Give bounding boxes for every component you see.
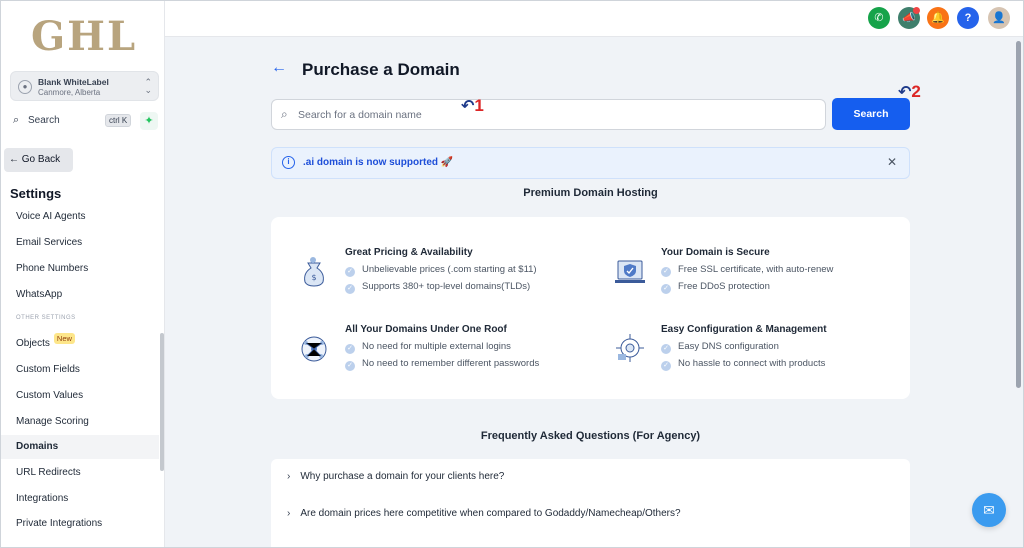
other-settings-label: OTHER SETTINGS	[16, 315, 76, 321]
info-icon: i	[282, 156, 295, 169]
annotation-number: 2	[911, 82, 921, 101]
sidebar-item-voice-ai-agents[interactable]: Voice AI Agents	[1, 205, 159, 229]
arrow-left-icon: ←	[9, 154, 19, 165]
sidebar-item-custom-values[interactable]: Custom Values	[1, 384, 159, 408]
faq-item[interactable]: › Are domain prices here competitive when…	[271, 496, 910, 532]
search-icon: ⌕	[281, 107, 288, 121]
new-badge: New	[53, 333, 75, 344]
faq-question: Are domain prices here competitive when …	[300, 508, 681, 519]
sidebar-item-url-redirects[interactable]: URL Redirects	[1, 461, 159, 485]
sidebar-search[interactable]: ⌕ Search ctrl K	[10, 112, 132, 130]
feature-title: Your Domain is Secure	[661, 247, 770, 258]
banner-text: .ai domain is now supported 🚀	[303, 157, 454, 168]
chevron-right-icon: ›	[287, 508, 291, 519]
feature-point: ✓ Free DDoS protection	[661, 281, 770, 294]
check-icon: ✓	[345, 267, 355, 277]
check-icon: ✓	[661, 344, 671, 354]
sidebar-item-label: Objects	[16, 338, 50, 349]
config-gear-icon	[616, 334, 644, 362]
help-icon[interactable]: ?	[957, 7, 979, 29]
check-icon: ✓	[345, 361, 355, 371]
feature-point: ✓ No hassle to connect with products	[661, 358, 825, 371]
info-banner: i .ai domain is now supported 🚀 ✕	[271, 147, 910, 179]
feature-title: Easy Configuration & Management	[661, 324, 827, 335]
search-button[interactable]: Search	[832, 98, 910, 130]
bell-icon[interactable]: 🔔	[927, 7, 949, 29]
annotation-arrow-icon: ↶	[461, 98, 475, 115]
search-shortcut: ctrl K	[105, 114, 132, 127]
check-icon: ✓	[661, 284, 671, 294]
notification-dot	[913, 7, 920, 14]
top-bar: ✆ 📣 🔔 ? 👤	[165, 1, 1023, 37]
go-back-label: Go Back	[21, 154, 61, 165]
sidebar-item-objects[interactable]: Objects New	[1, 332, 159, 356]
sidebar: GHL ● Blank WhiteLabel Canmore, Alberta …	[1, 1, 165, 547]
back-arrow-icon[interactable]: ←	[271, 59, 287, 77]
app-window: GHL ● Blank WhiteLabel Canmore, Alberta …	[0, 0, 1024, 548]
feature-point: ✓ No need to remember different passwords	[345, 358, 539, 371]
close-icon[interactable]: ✕	[887, 155, 897, 169]
chat-widget-icon[interactable]: ✉	[972, 493, 1006, 527]
feature-point: ✓ Free SSL certificate, with auto-renew	[661, 264, 833, 277]
sidebar-item-whatsapp[interactable]: WhatsApp	[1, 283, 159, 307]
chevron-right-icon: ›	[287, 471, 291, 482]
account-name: Blank WhiteLabel	[38, 77, 109, 87]
sidebar-item-manage-scoring[interactable]: Manage Scoring	[1, 410, 159, 434]
check-icon: ✓	[661, 267, 671, 277]
phone-icon[interactable]: ✆	[868, 7, 890, 29]
main-content: ← Purchase a Domain ⌕ ↶1 Search ↶2 i .ai…	[165, 38, 1015, 547]
annotation-1: ↶1	[461, 96, 484, 116]
feature-one-roof: All Your Domains Under One Roof ✓ No need…	[296, 324, 586, 384]
secure-laptop-icon	[615, 260, 645, 283]
check-icon: ✓	[345, 344, 355, 354]
sidebar-item-domains[interactable]: Domains	[1, 435, 159, 459]
feature-secure: Your Domain is Secure ✓ Free SSL certific…	[612, 247, 902, 307]
main-scrollbar[interactable]	[1016, 41, 1021, 388]
faq-list: › Why purchase a domain for your clients …	[271, 459, 910, 547]
sidebar-item-phone-numbers[interactable]: Phone Numbers	[1, 257, 159, 281]
feature-pricing: $ Great Pricing & Availability ✓ Unbeliev…	[296, 247, 586, 307]
megaphone-icon[interactable]: 📣	[898, 7, 920, 29]
globe-network-icon	[301, 336, 327, 362]
annotation-2: ↶2	[898, 82, 921, 102]
user-avatar[interactable]: 👤	[988, 7, 1010, 29]
chevron-updown-icon: ⌃ ⌄	[144, 77, 152, 95]
ai-sparkle-icon[interactable]: ✦	[140, 112, 158, 130]
faq-item[interactable]: › Why purchase a domain for your clients …	[271, 459, 910, 495]
account-location: Canmore, Alberta	[38, 88, 101, 97]
domain-search-input[interactable]	[298, 106, 798, 124]
feature-point: ✓ Supports 380+ top-level domains(TLDs)	[345, 281, 530, 294]
sidebar-scrollbar[interactable]	[160, 333, 164, 471]
features-card: $ Great Pricing & Availability ✓ Unbeliev…	[271, 217, 910, 399]
sidebar-search-label: Search	[28, 115, 60, 126]
search-icon: ⌕	[13, 114, 20, 126]
faq-question: Why purchase a domain for your clients h…	[300, 471, 505, 482]
account-avatar-icon: ●	[18, 80, 32, 94]
feature-point: ✓ No need for multiple external logins	[345, 341, 511, 354]
domain-search-field[interactable]: ⌕	[271, 99, 826, 130]
settings-title: Settings	[10, 186, 62, 201]
annotation-number: 1	[474, 96, 484, 115]
sidebar-item-email-services[interactable]: Email Services	[1, 231, 159, 255]
feature-point: ✓ Easy DNS configuration	[661, 341, 779, 354]
go-back-button[interactable]: ← Go Back	[4, 148, 73, 172]
account-switcher[interactable]: ● Blank WhiteLabel Canmore, Alberta ⌃ ⌄	[10, 71, 159, 101]
feature-title: Great Pricing & Availability	[345, 247, 473, 258]
feature-title: All Your Domains Under One Roof	[345, 324, 507, 335]
feature-point: ✓ Unbelievable prices (.com starting at $…	[345, 264, 537, 277]
check-icon: ✓	[661, 361, 671, 371]
brand-logo[interactable]: GHL	[31, 13, 137, 60]
sidebar-item-integrations[interactable]: Integrations	[1, 487, 159, 511]
page-title: Purchase a Domain	[302, 60, 460, 79]
feature-config: Easy Configuration & Management ✓ Easy DN…	[612, 324, 902, 384]
sidebar-item-private-integrations[interactable]: Private Integrations	[1, 512, 159, 536]
faq-title: Frequently Asked Questions (For Agency)	[480, 430, 701, 442]
sidebar-item-custom-fields[interactable]: Custom Fields	[1, 358, 159, 382]
annotation-arrow-icon: ↶	[898, 84, 912, 101]
money-bag-icon: $	[304, 257, 324, 287]
premium-title: Premium Domain Hosting	[523, 187, 658, 199]
check-icon: ✓	[345, 284, 355, 294]
svg-text:$: $	[311, 273, 316, 282]
